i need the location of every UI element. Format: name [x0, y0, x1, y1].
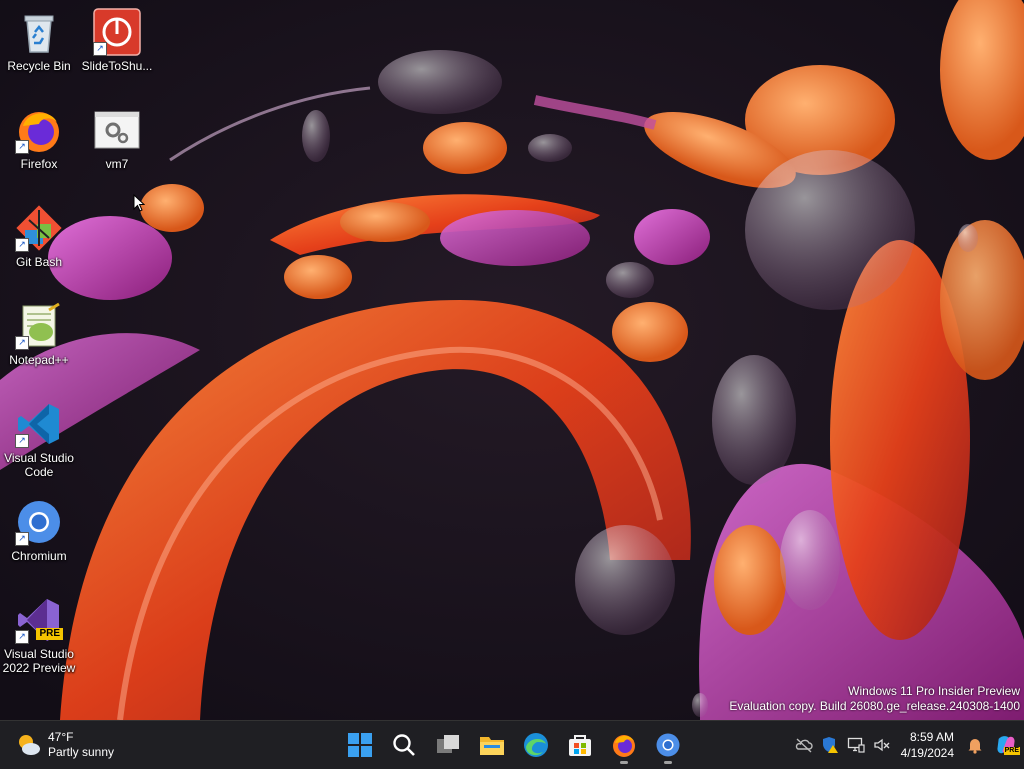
running-indicator — [664, 761, 672, 764]
desktop-icon-firefox[interactable]: ↗ Firefox — [1, 106, 77, 171]
display-button[interactable] — [843, 729, 869, 761]
file-explorer-icon — [480, 737, 504, 755]
desktop-icon-label: Chromium — [11, 549, 67, 563]
desktop-icon-git-bash[interactable]: ↗ Git Bash — [1, 204, 77, 269]
shortcut-arrow-icon: ↗ — [15, 630, 29, 644]
display-icon — [847, 737, 865, 753]
speaker-muted-icon — [873, 738, 890, 752]
desktop-icon-label: vm7 — [105, 157, 129, 171]
desktop-icon-chromium[interactable]: ↗ Chromium — [1, 498, 77, 563]
slide-to-shutdown-icon: ↗ — [93, 8, 141, 56]
recycle-bin-icon — [15, 8, 63, 56]
shortcut-arrow-icon: ↗ — [15, 434, 29, 448]
watermark-edition: Windows 11 Pro Insider Preview — [848, 684, 1020, 698]
start-icon — [348, 733, 372, 757]
windows-security-button[interactable] — [817, 729, 843, 761]
file-explorer-button[interactable] — [472, 725, 512, 765]
copilot-button[interactable]: PRE — [988, 729, 1024, 761]
store-icon — [569, 735, 591, 756]
weather-temperature: 47°F — [48, 730, 74, 744]
desktop-icon-label: Recycle Bin — [7, 59, 71, 73]
git-bash-icon: ↗ — [15, 204, 63, 252]
build-watermark: Windows 11 Pro Insider Preview Evaluatio… — [729, 684, 1020, 714]
search-icon — [393, 734, 415, 756]
taskbar-pinned-apps — [340, 725, 688, 765]
desktop-icon-label: Visual Studio 2022 Preview — [2, 647, 76, 675]
copilot-preview-badge: PRE — [1003, 747, 1020, 755]
desktop-icon-label: Notepad++ — [9, 353, 69, 367]
edge-icon — [524, 733, 548, 757]
desktop-icon-notepad-plus-plus[interactable]: ↗ Notepad++ — [1, 302, 77, 367]
task-view-button[interactable] — [428, 725, 468, 765]
partly-sunny-icon — [19, 735, 40, 755]
taskbar: 47°F Partly sunny 8:59 AM 4/19/2024 PRE — [0, 720, 1024, 769]
desktop-icon-recycle-bin[interactable]: Recycle Bin — [1, 8, 77, 73]
desktop-icon-label: Git Bash — [15, 255, 63, 269]
firefox-icon — [613, 735, 635, 757]
clock-date: 4/19/2024 — [900, 746, 954, 760]
task-view-icon — [437, 735, 459, 753]
running-indicator — [620, 761, 628, 764]
shortcut-arrow-icon: ↗ — [15, 336, 29, 350]
weather-widget[interactable]: 47°F Partly sunny — [16, 729, 114, 761]
notification-bell-icon — [968, 739, 982, 754]
shortcut-arrow-icon: ↗ — [15, 532, 29, 546]
shield-warning-icon — [822, 737, 838, 753]
notepad-plus-plus-icon: ↗ — [15, 302, 63, 350]
visual-studio-preview-icon: PRE ↗ — [15, 596, 63, 644]
cloud-offline-icon — [795, 738, 813, 753]
desktop-icon-vm7[interactable]: vm7 — [79, 106, 155, 171]
desktop-icon-label: Firefox — [20, 157, 58, 171]
store-button[interactable] — [560, 725, 600, 765]
desktop-icon-slidetoshutdown[interactable]: ↗ SlideToShu... — [79, 8, 155, 73]
network-volume-button[interactable] — [869, 729, 895, 761]
shortcut-arrow-icon: ↗ — [15, 140, 29, 154]
watermark-build: Evaluation copy. Build 26080.ge_release.… — [729, 699, 1020, 713]
vscode-icon: ↗ — [15, 400, 63, 448]
settings-window-icon — [93, 106, 141, 154]
system-tray: 8:59 AM 4/19/2024 PRE — [791, 721, 1024, 769]
chromium-icon: ↗ — [15, 498, 63, 546]
chromium-icon — [656, 733, 680, 757]
notifications-button[interactable] — [962, 729, 988, 761]
preview-badge: PRE — [36, 628, 63, 640]
desktop-icon-label: SlideToShu... — [81, 59, 153, 73]
desktop-icon-visual-studio-preview[interactable]: PRE ↗ Visual Studio 2022 Preview — [1, 596, 77, 675]
shortcut-arrow-icon: ↗ — [15, 238, 29, 252]
chromium-taskbar-button[interactable] — [648, 725, 688, 765]
search-button[interactable] — [384, 725, 424, 765]
onedrive-offline-button[interactable] — [791, 729, 817, 761]
firefox-icon: ↗ — [15, 106, 63, 154]
taskbar-clock[interactable]: 8:59 AM 4/19/2024 — [895, 729, 962, 761]
desktop-icon-vscode[interactable]: ↗ Visual Studio Code — [1, 400, 77, 479]
clock-time: 8:59 AM — [909, 730, 954, 744]
weather-condition: Partly sunny — [48, 745, 115, 759]
shortcut-arrow-icon: ↗ — [93, 42, 107, 56]
edge-button[interactable] — [516, 725, 556, 765]
start-button[interactable] — [340, 725, 380, 765]
mouse-pointer-icon — [133, 194, 145, 212]
firefox-taskbar-button[interactable] — [604, 725, 644, 765]
desktop-icon-label: Visual Studio Code — [4, 451, 74, 479]
